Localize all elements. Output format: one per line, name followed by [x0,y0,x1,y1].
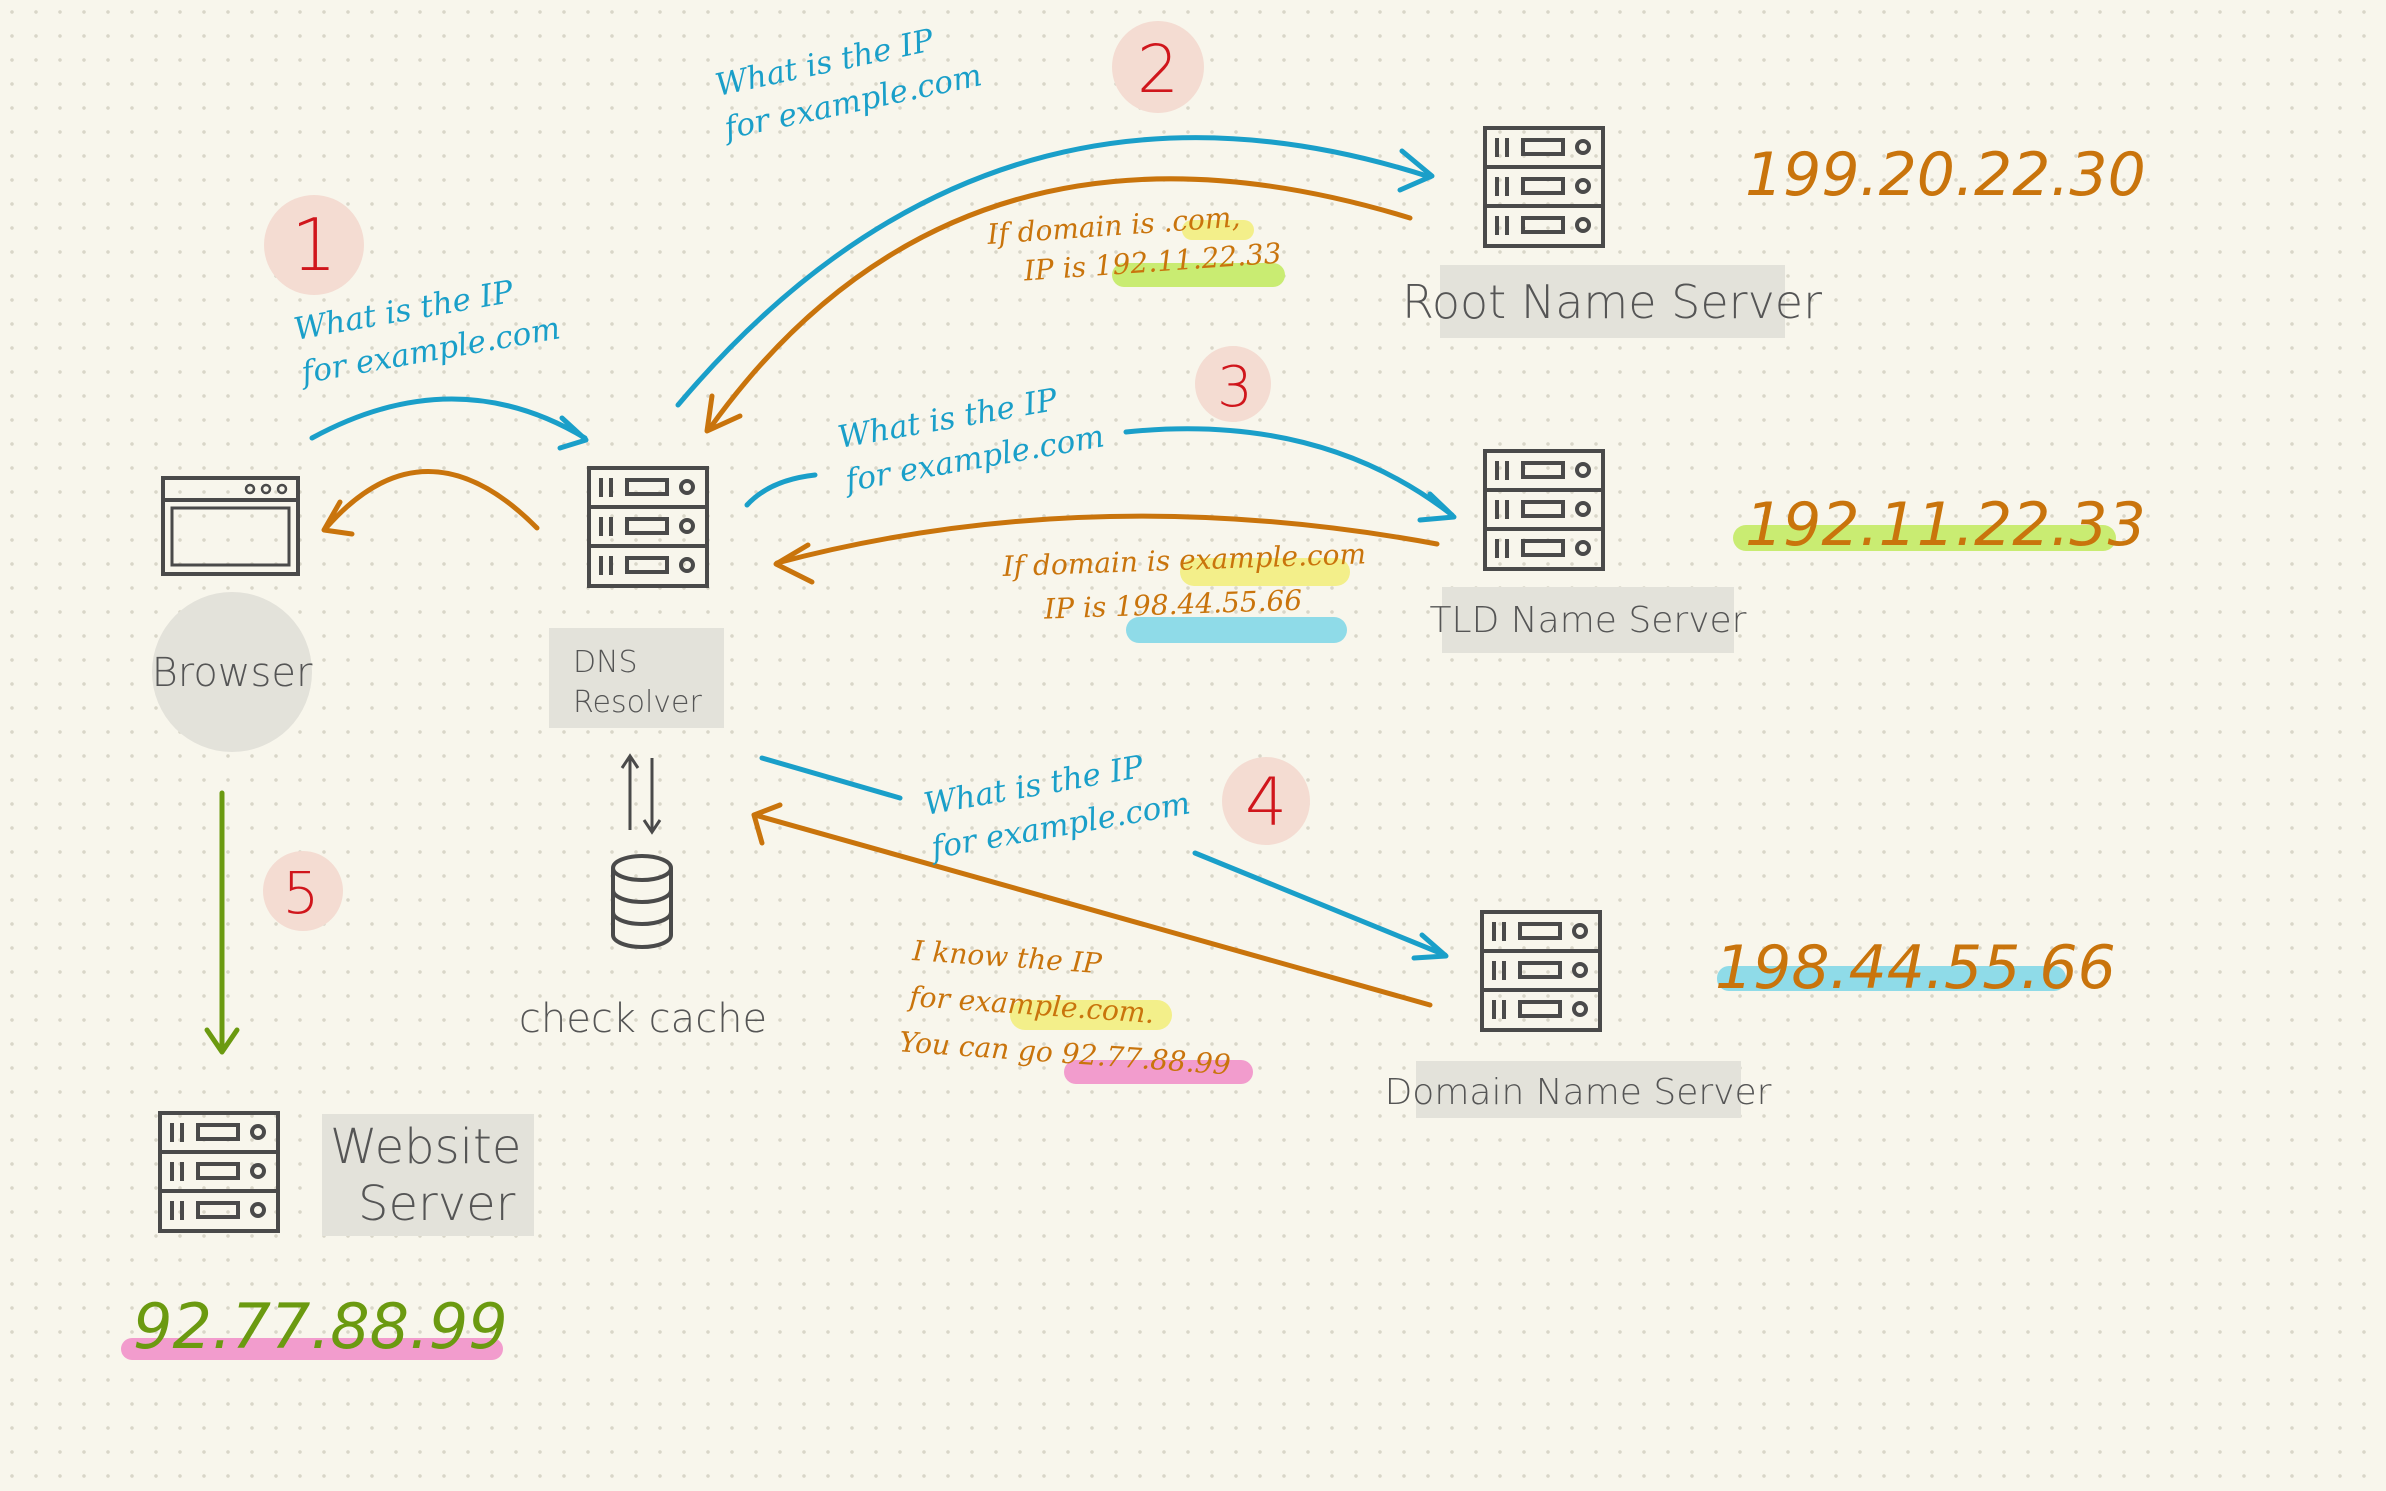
step-5-number: 5 [283,859,320,927]
arrow-step3-query-start [744,472,818,508]
arrow-step3-query [1123,426,1455,518]
step-3-number: 3 [1217,355,1253,420]
step-4-number: 4 [1245,764,1287,841]
cache-double-arrow-icon [620,753,662,835]
tld-server-icon [1483,449,1605,571]
dns-resolver-label-line2: Resolver [573,685,702,720]
arrow-step3-response-head [773,542,815,585]
step-1-number: 1 [291,203,337,287]
database-icon [611,854,673,949]
arrow-step4-response-head [751,802,783,846]
website-server-ip: 92.77.88.99 [133,1290,508,1363]
tld-server-ip: 192.11.22.33 [1745,490,2146,560]
root-server-label: Root Name Server [1402,275,1822,329]
website-server-label-line1: Website [330,1119,521,1175]
dns-flow-diagram: 1 2 3 4 5 What is the IP for example.com… [121,21,2146,1363]
website-server-label-line2: Server [358,1176,516,1232]
cache-label: check cache [519,996,767,1042]
dns-resolver-server-icon [587,466,709,588]
arrow-step1-query [309,396,588,441]
domain-response-line1: I know the IP [911,934,1104,980]
domain-server-ip: 198.44.55.66 [1715,933,2116,1003]
browser-window-icon [161,476,300,576]
arrow-step4-query [1192,850,1448,958]
arrow-resolver-to-browser [323,469,540,531]
website-server-icon [158,1111,280,1233]
tld-server-label: TLD Name Server [1430,600,1747,641]
browser-label: Browser [152,650,313,696]
arrow-step4-query-start [759,755,903,801]
root-server-ip: 199.20.22.30 [1745,140,2146,210]
root-server-icon [1483,126,1605,248]
step-2-number: 2 [1137,31,1179,108]
domain-server-label: Domain Name Server [1385,1072,1772,1113]
domain-server-icon [1480,910,1602,1032]
dns-resolver-label-line1: DNS [573,645,638,680]
